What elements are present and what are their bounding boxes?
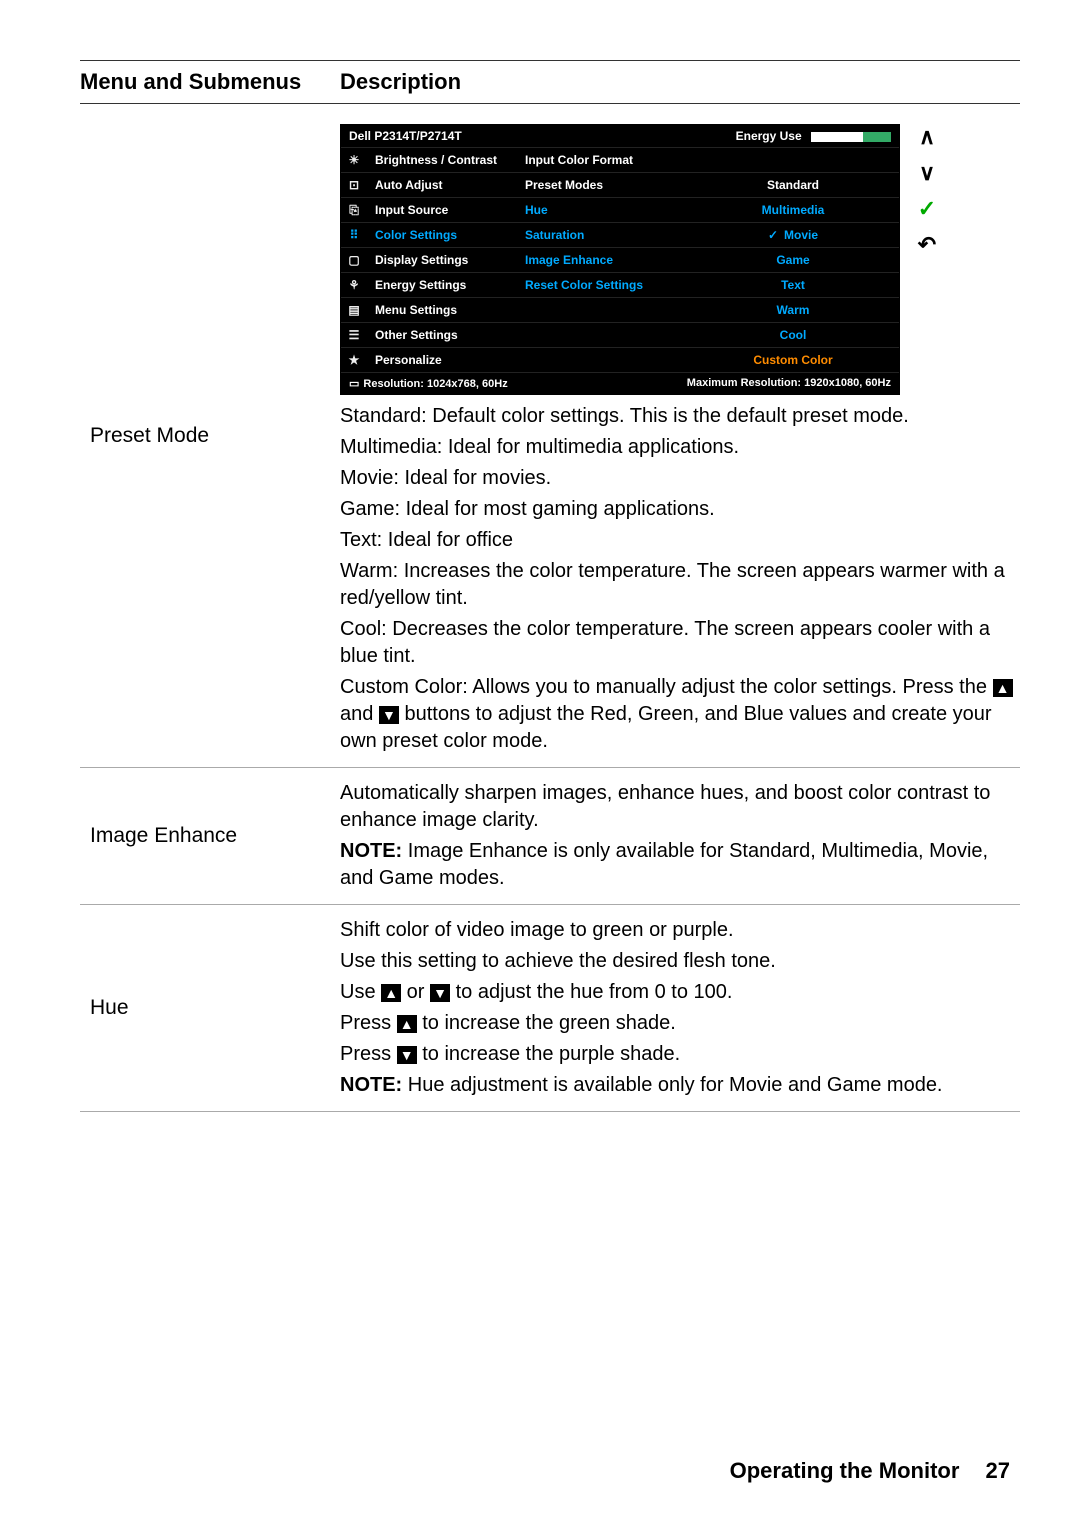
ie-note: NOTE: Image Enhance is only available fo… — [340, 838, 1020, 892]
osd-resolution: Resolution: 1024x768, 60Hz — [349, 377, 508, 390]
up-arrow-icon: ▲ — [397, 1015, 417, 1033]
osd-main-8[interactable]: Personalize — [367, 347, 517, 372]
osd-model: Dell P2314T/P2714T — [349, 129, 462, 143]
osd-sub-5[interactable]: Reset Color Settings — [517, 272, 687, 297]
osd-preset-4[interactable]: Text — [687, 272, 899, 297]
row-title-image-enhance: Image Enhance — [80, 776, 340, 896]
osd-preset-5[interactable]: Warm — [687, 297, 899, 322]
up-arrow-icon: ▲ — [993, 679, 1013, 697]
osd-sub-4[interactable]: Image Enhance — [517, 247, 687, 272]
hue-line: Press ▲ to increase the green shade. — [340, 1010, 1020, 1037]
osd-screenshot: Dell P2314T/P2714T Energy Use ☀ Brightne… — [340, 124, 1020, 395]
osd-main-6[interactable]: Menu Settings — [367, 297, 517, 322]
header-desc-col: Description — [340, 69, 1020, 95]
hue-note: NOTE: Hue adjustment is available only f… — [340, 1072, 1020, 1099]
osd-sub-2[interactable]: Hue — [517, 197, 687, 222]
osd-confirm-button[interactable]: ✓ — [914, 196, 940, 222]
osd-sub-3[interactable]: Saturation — [517, 222, 687, 247]
osd-energy-label: Energy Use — [736, 129, 802, 143]
osd-sub-0[interactable]: Input Color Format — [517, 147, 687, 172]
header-menu-col: Menu and Submenus — [80, 69, 340, 95]
preset-line: Warm: Increases the color temperature. T… — [340, 558, 1020, 612]
input-source-icon: ⎘ — [341, 197, 367, 222]
osd-down-button[interactable]: ∨ — [914, 160, 940, 186]
hue-line: Press ▼ to increase the purple shade. — [340, 1041, 1020, 1068]
preset-line: Standard: Default color settings. This i… — [340, 403, 1020, 430]
osd-up-button[interactable]: ∧ — [914, 124, 940, 150]
osd-main-5[interactable]: Energy Settings — [367, 272, 517, 297]
osd-main-1[interactable]: Auto Adjust — [367, 172, 517, 197]
preset-line: Game: Ideal for most gaming applications… — [340, 496, 1020, 523]
table-header: Menu and Submenus Description — [80, 69, 1020, 104]
up-arrow-icon: ▲ — [381, 984, 401, 1002]
osd-preset-0[interactable]: Standard — [687, 172, 899, 197]
page-number: 27 — [986, 1458, 1010, 1483]
ie-line: Automatically sharpen images, enhance hu… — [340, 780, 1020, 834]
preset-line: Movie: Ideal for movies. — [340, 465, 1020, 492]
row-title-preset: Preset Mode — [80, 112, 340, 759]
osd-preset-2[interactable]: Movie — [687, 222, 899, 247]
hue-line: Use this setting to achieve the desired … — [340, 948, 1020, 975]
preset-line: Multimedia: Ideal for multimedia applica… — [340, 434, 1020, 461]
color-settings-icon: ⠿ — [341, 222, 367, 247]
energy-bar-icon — [811, 132, 891, 142]
down-arrow-icon: ▼ — [379, 706, 399, 724]
osd-preset-6[interactable]: Cool — [687, 322, 899, 347]
down-arrow-icon: ▼ — [397, 1046, 417, 1064]
osd-main-2[interactable]: Input Source — [367, 197, 517, 222]
osd-main-4[interactable]: Display Settings — [367, 247, 517, 272]
osd-main-7[interactable]: Other Settings — [367, 322, 517, 347]
osd-back-button[interactable]: ↶ — [914, 232, 940, 258]
osd-main-3[interactable]: Color Settings — [367, 222, 517, 247]
row-image-enhance: Image Enhance Automatically sharpen imag… — [80, 768, 1020, 905]
footer-title: Operating the Monitor — [730, 1458, 960, 1483]
osd-main-0[interactable]: Brightness / Contrast — [367, 147, 517, 172]
row-title-hue: Hue — [80, 913, 340, 1103]
other-settings-icon: ☰ — [341, 322, 367, 347]
page-footer: Operating the Monitor 27 — [730, 1458, 1010, 1484]
preset-line: Cool: Decreases the color temperature. T… — [340, 616, 1020, 670]
menu-settings-icon: ▤ — [341, 297, 367, 322]
energy-settings-icon: ⚘ — [341, 272, 367, 297]
display-settings-icon: ▢ — [341, 247, 367, 272]
row-preset-mode: Preset Mode Dell P2314T/P2714T Energy Us… — [80, 104, 1020, 768]
osd-max-resolution: Maximum Resolution: 1920x1080, 60Hz — [687, 377, 891, 390]
brightness-icon: ☀ — [341, 147, 367, 172]
osd-preset-7[interactable]: Custom Color — [687, 347, 899, 372]
hue-line: Use ▲ or ▼ to adjust the hue from 0 to 1… — [340, 979, 1020, 1006]
osd-sub-1[interactable]: Preset Modes — [517, 172, 687, 197]
hue-line: Shift color of video image to green or p… — [340, 917, 1020, 944]
osd-preset-1[interactable]: Multimedia — [687, 197, 899, 222]
row-hue: Hue Shift color of video image to green … — [80, 905, 1020, 1112]
preset-line: Text: Ideal for office — [340, 527, 1020, 554]
osd-preset-3[interactable]: Game — [687, 247, 899, 272]
personalize-icon: ★ — [341, 347, 367, 372]
preset-custom-line: Custom Color: Allows you to manually adj… — [340, 674, 1020, 755]
auto-adjust-icon: ⊡ — [341, 172, 367, 197]
down-arrow-icon: ▼ — [430, 984, 450, 1002]
